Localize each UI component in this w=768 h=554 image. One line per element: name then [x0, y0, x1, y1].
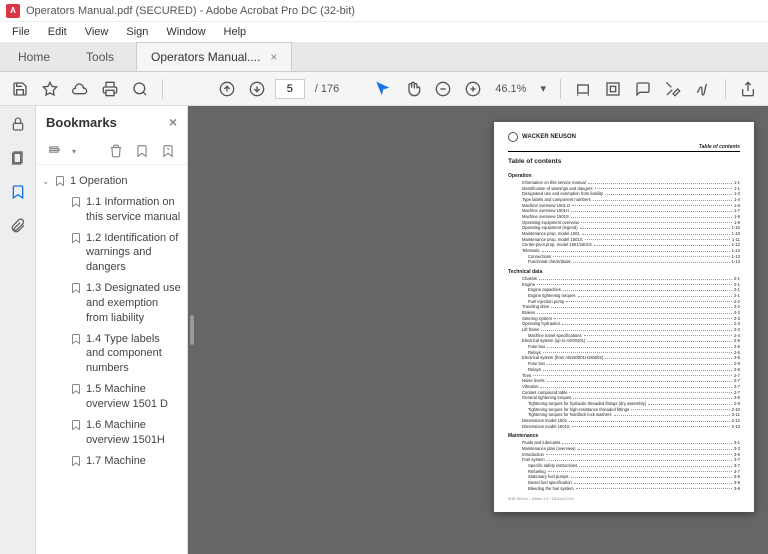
star-icon[interactable]	[38, 77, 62, 101]
share-icon[interactable]	[736, 77, 760, 101]
page-total: / 176	[315, 83, 339, 95]
grip-icon	[190, 315, 194, 345]
menu-edit[interactable]: Edit	[40, 24, 75, 40]
bookmark-label: 1.4 Type labels and component numbers	[86, 332, 181, 377]
rail-bar	[0, 106, 36, 554]
find-bookmark-icon[interactable]	[159, 142, 177, 160]
bookmarks-icon[interactable]	[8, 182, 28, 202]
bookmark-item[interactable]: 1.3 Designated use and exemption from li…	[40, 278, 183, 329]
page: WACKER NEUSON Table of contents Table of…	[494, 122, 754, 512]
bookmark-item[interactable]: 1.1 Information on this service manual	[40, 192, 183, 228]
toolbar: / 176 46.1% ▾	[0, 72, 768, 106]
pointer-icon[interactable]	[371, 77, 395, 101]
print-icon[interactable]	[98, 77, 122, 101]
bookmark-icon	[70, 455, 82, 467]
bookmark-icon	[70, 333, 82, 345]
bookmark-item[interactable]: 1.6 Machine overview 1501H	[40, 415, 183, 451]
tab-home[interactable]: Home	[0, 43, 68, 71]
bookmark-label: 1 Operation	[70, 174, 127, 189]
bookmark-item[interactable]: 1.2 Identification of warnings and dange…	[40, 228, 183, 279]
bookmark-icon	[70, 196, 82, 208]
bookmark-icon	[70, 232, 82, 244]
bookmark-icon	[70, 419, 82, 431]
dropdown-icon[interactable]: ▾	[72, 147, 76, 156]
hand-icon[interactable]	[401, 77, 425, 101]
chevron-down-icon[interactable]: ⌄	[42, 176, 54, 187]
new-bookmark-icon[interactable]	[133, 142, 151, 160]
header-rule: Table of contents	[508, 144, 740, 152]
sign-icon[interactable]	[691, 77, 715, 101]
bookmark-item[interactable]: 1.7 Machine	[40, 451, 183, 472]
menu-help[interactable]: Help	[216, 24, 255, 40]
toc-row: Dimensions model 1501S2-13	[508, 424, 740, 430]
bookmark-icon	[54, 175, 66, 187]
bookmark-root[interactable]: ⌄ 1 Operation	[40, 171, 183, 192]
titlebar: A Operators Manual.pdf (SECURED) - Adobe…	[0, 0, 768, 22]
lock-icon[interactable]	[8, 114, 28, 134]
toc-title: Table of contents	[508, 158, 740, 165]
tab-document[interactable]: Operators Manual.... ×	[136, 42, 292, 71]
thumbnails-icon[interactable]	[8, 148, 28, 168]
bookmark-label: 1.5 Machine overview 1501 D	[86, 382, 181, 412]
page-down-icon[interactable]	[245, 77, 269, 101]
fit-width-icon[interactable]	[571, 77, 595, 101]
menu-view[interactable]: View	[77, 24, 117, 40]
trash-icon[interactable]	[107, 142, 125, 160]
bookmarks-close-icon[interactable]: ×	[169, 114, 177, 130]
brand-name: WACKER NEUSON	[522, 134, 576, 140]
bookmarks-title: Bookmarks	[46, 115, 117, 130]
attachments-icon[interactable]	[8, 216, 28, 236]
page-footer: SHB 1501en – Edition 1.5 * 1501a11VZ.fm	[508, 497, 740, 501]
content-area: Bookmarks × ▾ ⌄ 1 Operation 1.1 Informat…	[0, 106, 768, 554]
save-icon[interactable]	[8, 77, 32, 101]
page-up-icon[interactable]	[215, 77, 239, 101]
bookmark-icon	[70, 383, 82, 395]
bookmark-label: 1.2 Identification of warnings and dange…	[86, 231, 181, 276]
tabbar: Home Tools Operators Manual.... ×	[0, 42, 768, 72]
menubar: File Edit View Sign Window Help	[0, 22, 768, 42]
bookmarks-panel: Bookmarks × ▾ ⌄ 1 Operation 1.1 Informat…	[36, 106, 188, 554]
zoom-in-icon[interactable]	[461, 77, 485, 101]
bookmark-item[interactable]: 1.5 Machine overview 1501 D	[40, 379, 183, 415]
tab-document-label: Operators Manual....	[151, 50, 260, 64]
tab-close-icon[interactable]: ×	[270, 50, 277, 64]
bookmark-label: 1.1 Information on this service manual	[86, 195, 181, 225]
bookmark-label: 1.7 Machine	[86, 454, 146, 469]
bookmark-label: 1.6 Machine overview 1501H	[86, 418, 181, 448]
app-icon: A	[6, 4, 20, 18]
tab-tools[interactable]: Tools	[68, 43, 132, 71]
zoom-value[interactable]: 46.1%	[491, 83, 530, 95]
page-number-input[interactable]	[275, 79, 305, 99]
bookmark-icon	[70, 282, 82, 294]
cloud-icon[interactable]	[68, 77, 92, 101]
zoom-dropdown-icon[interactable]: ▾	[536, 82, 550, 95]
window-title: Operators Manual.pdf (SECURED) - Adobe A…	[26, 5, 355, 17]
bookmark-item[interactable]: 1.4 Type labels and component numbers	[40, 329, 183, 380]
bookmarks-tools: ▾	[36, 138, 187, 165]
separator	[162, 79, 163, 99]
bookmarks-tree: ⌄ 1 Operation 1.1 Information on this se…	[36, 165, 187, 554]
annotate-icon[interactable]	[631, 77, 655, 101]
menu-sign[interactable]: Sign	[118, 24, 156, 40]
fit-page-icon[interactable]	[601, 77, 625, 101]
panel-resizer[interactable]	[188, 106, 196, 554]
separator	[560, 79, 561, 99]
logo-icon	[508, 132, 518, 142]
menu-window[interactable]: Window	[158, 24, 213, 40]
separator	[725, 79, 726, 99]
zoom-out-icon[interactable]	[431, 77, 455, 101]
bookmark-options-icon[interactable]	[46, 142, 64, 160]
toc-row: Bleeding the fuel system3-8	[508, 486, 740, 492]
document-viewer[interactable]: WACKER NEUSON Table of contents Table of…	[196, 106, 768, 554]
bookmark-label: 1.3 Designated use and exemption from li…	[86, 281, 181, 326]
brand: WACKER NEUSON	[508, 132, 740, 142]
search-icon[interactable]	[128, 77, 152, 101]
highlight-icon[interactable]	[661, 77, 685, 101]
toc-row: Functional check/diode1-13	[508, 259, 740, 265]
menu-file[interactable]: File	[4, 24, 38, 40]
